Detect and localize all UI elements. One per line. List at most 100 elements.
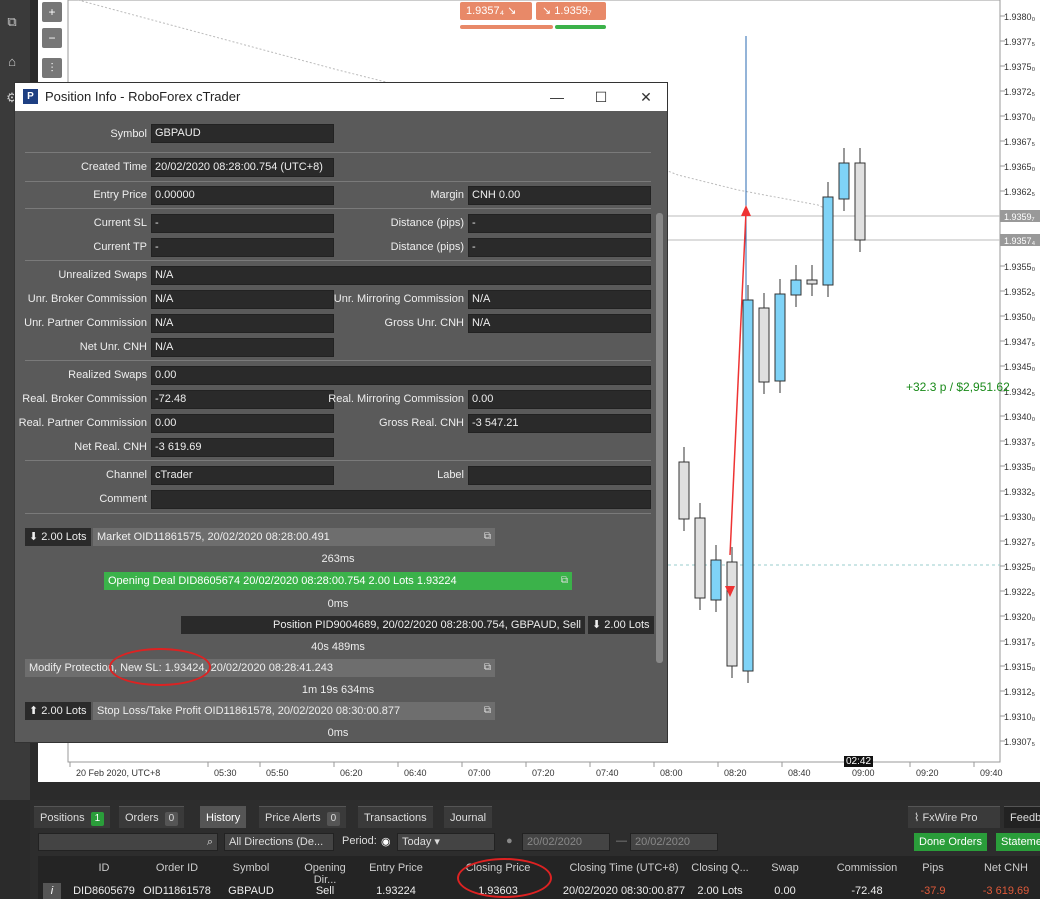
- current-tp-label: Current TP: [93, 241, 147, 253]
- event-lots-badge: ⬇ 2.00 Lots: [25, 528, 91, 546]
- copy-icon[interactable]: ⧉: [2, 12, 22, 32]
- candle-body: [678, 461, 690, 520]
- search-input[interactable]: ⌕: [38, 833, 218, 851]
- distance-sl-label: Distance (pips): [390, 217, 464, 229]
- time-tick-label: 05:30: [214, 768, 237, 778]
- column-header[interactable]: Pips: [908, 862, 958, 874]
- time-tick-label: 09:40: [980, 768, 1003, 778]
- open-external-icon[interactable]: ⧉: [484, 528, 491, 546]
- fxwire-pro-button[interactable]: ⌇ FxWire Pro: [908, 806, 1000, 828]
- time-tick-label: 06:20: [340, 768, 363, 778]
- minimize-icon[interactable]: —: [543, 83, 571, 111]
- column-header[interactable]: Opening Dir...: [292, 862, 358, 886]
- column-header[interactable]: Entry Price: [360, 862, 432, 874]
- elapsed-time: 263ms: [321, 553, 355, 565]
- table-cell: -37.9: [920, 885, 946, 897]
- open-external-icon[interactable]: ⧉: [484, 659, 491, 677]
- margin-field: CNH 0.00: [468, 186, 651, 205]
- real-mirroring-label: Real. Mirroring Commission: [328, 393, 464, 405]
- candle-body: [758, 307, 770, 383]
- tab-journal[interactable]: Journal: [444, 806, 493, 828]
- count-badge: 0: [164, 812, 179, 826]
- buy-volume-bar: [555, 25, 606, 29]
- time-tick-label: 09:00: [852, 768, 875, 778]
- dialog-scrollbar[interactable]: [656, 213, 663, 663]
- date-range-radio[interactable]: ●: [506, 835, 513, 847]
- symbol-label: Symbol: [110, 128, 147, 140]
- column-header[interactable]: Net CNH: [974, 862, 1038, 874]
- column-header[interactable]: Commission: [830, 862, 904, 874]
- elapsed-time: 1m 19s 634ms: [301, 684, 375, 696]
- column-header[interactable]: Closing Q...: [680, 862, 760, 874]
- open-external-icon[interactable]: ⧉: [484, 702, 491, 720]
- bottom-panel: Positions 1 Orders 0 History Price Alerts 0…: [30, 800, 1040, 899]
- chart-type-icon[interactable]: ⫶: [42, 58, 62, 78]
- column-header[interactable]: ID: [72, 862, 136, 874]
- column-header[interactable]: Symbol: [222, 862, 280, 874]
- tab-positions[interactable]: Positions 1: [34, 806, 111, 828]
- zoom-out-icon[interactable]: −: [42, 28, 62, 48]
- tab-label: Transactions: [364, 812, 427, 824]
- sl-tp-event[interactable]: Stop Loss/Take Profit OID11861578, 20/02…: [93, 702, 495, 720]
- tab-price-alerts[interactable]: Price Alerts 0: [259, 806, 347, 828]
- open-external-icon[interactable]: ⧉: [561, 572, 568, 590]
- separator: [25, 513, 651, 514]
- buy-price-text: 1.9359₇: [554, 5, 592, 17]
- date-to-input[interactable]: 20/02/2020: [630, 833, 718, 851]
- buy-price-button[interactable]: ↘ 1.9359₇: [536, 2, 606, 20]
- statement-button[interactable]: Stateme: [996, 833, 1040, 851]
- real-broker-field: -72.48: [151, 390, 334, 409]
- separator: [25, 460, 651, 461]
- column-header[interactable]: Order ID: [142, 862, 212, 874]
- dialog-titlebar[interactable]: P Position Info - RoboForex cTrader — ☐ …: [15, 83, 667, 111]
- time-tick-label: 08:40: [788, 768, 811, 778]
- separator: [25, 208, 651, 209]
- period-select[interactable]: Today ▾: [397, 833, 495, 851]
- robot-icon[interactable]: ⌂: [2, 52, 22, 72]
- zoom-in-icon[interactable]: +: [42, 2, 62, 22]
- candle-body: [838, 162, 850, 200]
- info-icon[interactable]: i: [43, 883, 61, 899]
- label-field[interactable]: [468, 466, 651, 485]
- feedback-button[interactable]: Feedb: [1004, 806, 1040, 828]
- opening-deal-event[interactable]: Opening Deal DID8605674 20/02/2020 08:28…: [104, 572, 572, 590]
- sell-price-button[interactable]: 1.9357₄ ↘: [460, 2, 532, 20]
- market-order-event[interactable]: Market OID11861575, 20/02/2020 08:28:00.…: [93, 528, 495, 546]
- modify-protection-event[interactable]: Modify Protection, New SL: 1.93424, 20/0…: [25, 659, 495, 677]
- price-tick-label: 1.9380₀: [1004, 12, 1036, 22]
- maximize-icon[interactable]: ☐: [587, 83, 615, 111]
- separator: [25, 260, 651, 261]
- count-badge: 1: [90, 812, 105, 826]
- current-sl-label: Current SL: [93, 217, 147, 229]
- done-orders-button[interactable]: Done Orders: [914, 833, 987, 851]
- price-tick-label: 1.9320₀: [1004, 612, 1036, 622]
- tab-history[interactable]: History: [200, 806, 247, 828]
- real-broker-label: Real. Broker Commission: [22, 393, 147, 405]
- close-icon[interactable]: ✕: [632, 83, 660, 111]
- event-text: Market OID11861575, 20/02/2020 08:28:00.…: [97, 531, 330, 543]
- highlight-oval: [457, 858, 552, 898]
- separator: [25, 152, 651, 153]
- price-tick-label: 1.9312₅: [1004, 687, 1036, 697]
- table-cell: 20/02/2020 08:30:00.877: [562, 885, 686, 897]
- candle-body: [806, 279, 818, 285]
- distance-sl-field: -: [468, 214, 651, 233]
- lots-text: 2.00 Lots: [41, 705, 87, 717]
- candle-body: [726, 561, 738, 667]
- candle-body: [742, 299, 754, 672]
- column-header[interactable]: Closing Time (UTC+8): [560, 862, 688, 874]
- date-from-input[interactable]: 20/02/2020: [522, 833, 610, 851]
- tab-transactions[interactable]: Transactions: [358, 806, 433, 828]
- table-cell: -3 619.69: [982, 885, 1030, 897]
- time-tick-label: 07:40: [596, 768, 619, 778]
- price-tick-label: 1.9370₀: [1004, 112, 1036, 122]
- period-radio[interactable]: ◉: [381, 835, 391, 848]
- column-header[interactable]: Swap: [760, 862, 810, 874]
- period-value: Today: [402, 836, 432, 848]
- position-event[interactable]: Position PID9004689, 20/02/2020 08:28:00…: [181, 616, 585, 634]
- direction-select[interactable]: All Directions (De...: [224, 833, 334, 851]
- event-lots-badge: ⬆ 2.00 Lots: [25, 702, 91, 720]
- tab-orders[interactable]: Orders 0: [119, 806, 185, 828]
- direction-value: All Directions (De...: [229, 836, 324, 848]
- comment-field[interactable]: [151, 490, 651, 509]
